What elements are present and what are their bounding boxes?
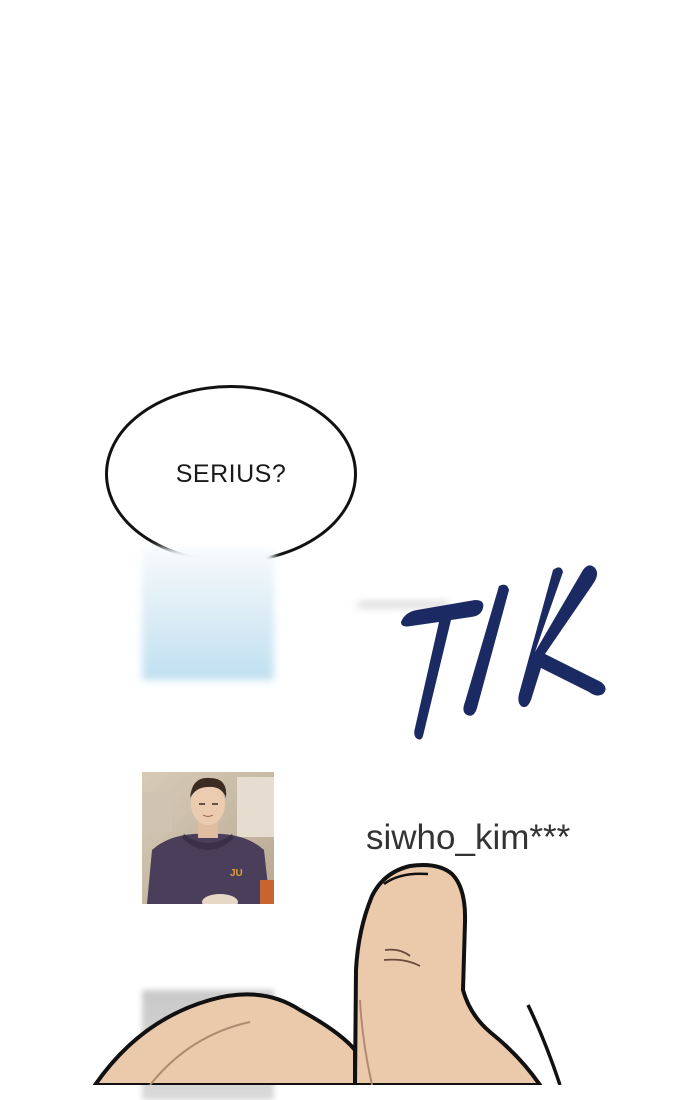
blurred-thumbnail-top: [142, 548, 274, 680]
profile-username[interactable]: siwho_kim***: [366, 818, 570, 858]
pointing-hand: [93, 863, 562, 1085]
speech-bubble: SERIUS?: [105, 385, 357, 563]
speech-bubble-text: SERIUS?: [175, 459, 287, 488]
sound-effect-tik: [401, 565, 606, 740]
